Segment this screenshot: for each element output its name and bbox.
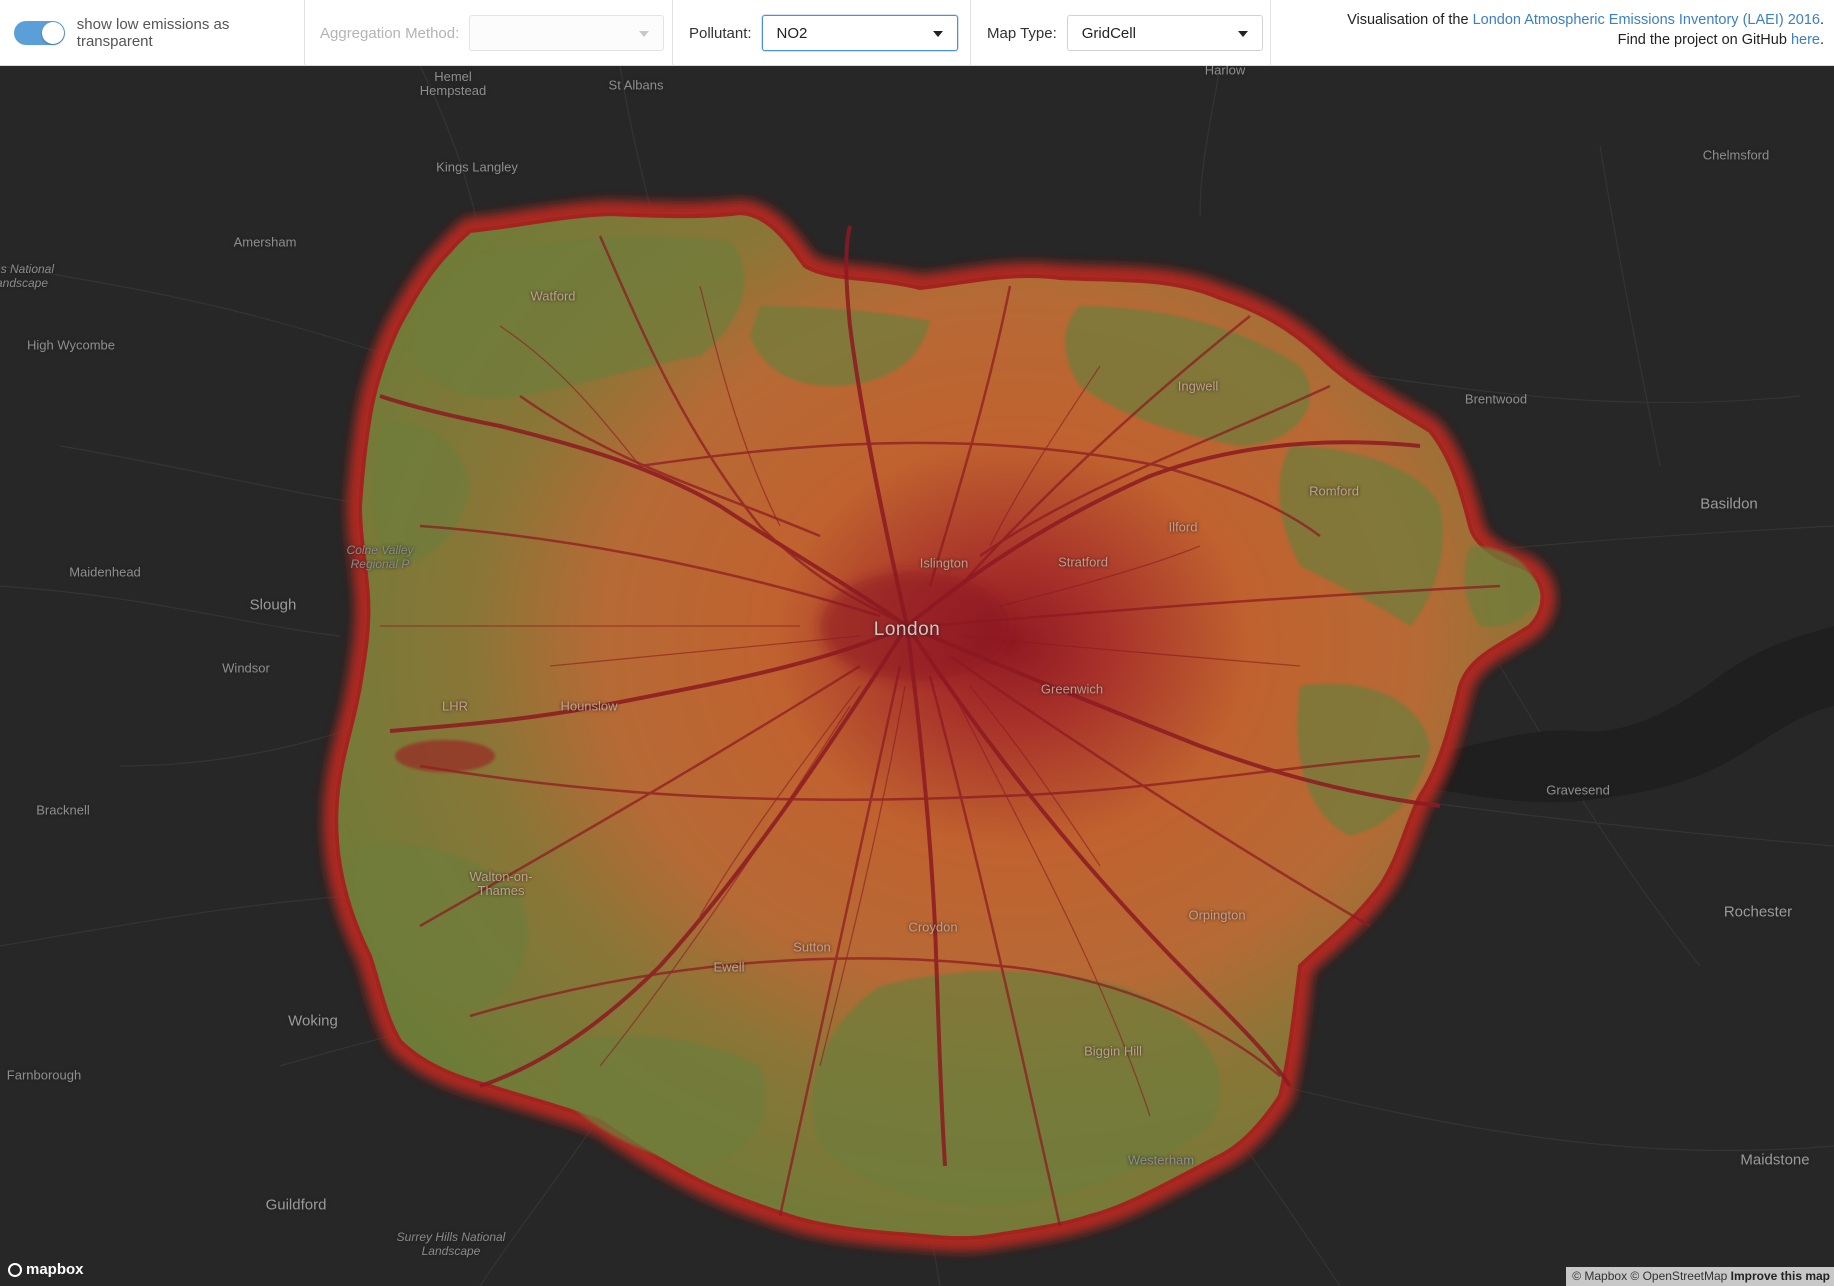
- place-label: Greenwich: [1040, 681, 1104, 697]
- info-text: Visualisation of the London Atmospheric …: [1347, 10, 1824, 50]
- chevron-down-icon: [1237, 31, 1248, 37]
- place-label: Windsor: [222, 660, 270, 676]
- toggle-label: show low emissions as transparent: [76, 16, 230, 50]
- place-label: Gravesend: [1546, 782, 1610, 798]
- place-label: Walton-on- Thames: [469, 869, 533, 898]
- place-label: Ewell: [713, 959, 745, 975]
- heathrow-hotspot: [395, 740, 495, 772]
- pollutant-label: Pollutant:: [689, 24, 752, 42]
- pollutant-select[interactable]: NO2: [761, 15, 958, 51]
- github-suffix: .: [1819, 32, 1824, 48]
- mapbox-logo[interactable]: mapbox: [8, 1261, 84, 1278]
- place-label: Ilford: [1168, 519, 1198, 535]
- place-label: Croydon: [908, 919, 958, 935]
- mapbox-icon: [8, 1262, 22, 1277]
- place-label: Surrey Hills National Landscape: [396, 1230, 506, 1258]
- place-label: Sutton: [793, 939, 831, 955]
- maptype-label: Map Type:: [987, 24, 1057, 42]
- place-label: High Wycombe: [26, 337, 116, 353]
- aggregation-group: Aggregation Method:: [305, 0, 673, 66]
- chevron-down-icon: [639, 31, 650, 37]
- maptype-value: GridCell: [1081, 24, 1136, 42]
- place-label: Bracknell: [36, 802, 90, 818]
- place-label: Guildford: [265, 1196, 327, 1214]
- place-label: Islington: [919, 555, 969, 571]
- github-link[interactable]: here: [1791, 32, 1820, 48]
- place-label: Brentwood: [1464, 391, 1528, 407]
- place-label: Orpington: [1188, 907, 1246, 923]
- place-label: Chelmsford: [1702, 147, 1770, 163]
- info-line-1: Visualisation of the London Atmospheric …: [1347, 10, 1824, 30]
- toggle-knob: [41, 22, 64, 44]
- place-label: Hounslow: [560, 698, 618, 714]
- transparency-toggle[interactable]: [14, 21, 65, 45]
- place-label: Romford: [1309, 483, 1359, 499]
- mapbox-logo-text: mapbox: [26, 1261, 84, 1278]
- place-label: Colne Valley Regional P: [346, 543, 414, 571]
- attribution-text[interactable]: © Mapbox © OpenStreetMap: [1572, 1269, 1727, 1283]
- map-attribution: © Mapbox © OpenStreetMap Improve this ma…: [1566, 1267, 1834, 1286]
- place-label: rns National andscape: [0, 262, 55, 290]
- place-label: Ingwell: [1177, 378, 1219, 394]
- place-label: St Albans: [608, 77, 664, 93]
- place-label: Kings Langley: [436, 159, 518, 175]
- info-line-2: Find the project on GitHub here.: [1347, 30, 1824, 50]
- place-label: Slough: [249, 596, 297, 614]
- place-label: Maidenhead: [69, 564, 141, 580]
- pollutant-value: NO2: [776, 24, 808, 42]
- place-label: Farnborough: [6, 1067, 82, 1083]
- info-suffix: .: [1819, 12, 1824, 28]
- place-label: Hemel Hempstead: [419, 69, 487, 98]
- aggregation-label: Aggregation Method:: [320, 24, 460, 42]
- place-label: Basildon: [1700, 495, 1758, 513]
- info-prefix: Visualisation of the: [1347, 12, 1473, 28]
- improve-map-link[interactable]: Improve this map: [1731, 1269, 1830, 1283]
- place-label: Rochester: [1723, 903, 1793, 921]
- place-label: Biggin Hill: [1084, 1043, 1142, 1059]
- pollutant-group: Pollutant: NO2: [673, 0, 971, 66]
- github-prefix: Find the project on GitHub: [1617, 32, 1791, 48]
- place-label-london: London: [873, 619, 941, 640]
- transparency-toggle-group: show low emissions as transparent: [0, 0, 305, 66]
- maptype-group: Map Type: GridCell: [971, 0, 1271, 66]
- place-label: Stratford: [1058, 554, 1108, 570]
- place-label: Harlow: [1204, 66, 1246, 78]
- place-label: Amersham: [233, 234, 297, 250]
- maptype-select[interactable]: GridCell: [1066, 15, 1263, 51]
- chevron-down-icon: [932, 31, 943, 37]
- laei-link[interactable]: London Atmospheric Emissions Inventory (…: [1473, 12, 1820, 28]
- place-label: Maidstone: [1740, 1151, 1810, 1169]
- control-bar: show low emissions as transparent Aggreg…: [0, 0, 1834, 66]
- place-label: Woking: [288, 1012, 338, 1030]
- aggregation-select[interactable]: [469, 15, 665, 51]
- place-label: LHR: [441, 698, 469, 714]
- place-label: Watford: [530, 288, 576, 304]
- map-canvas[interactable]: Hemel Hempstead St Albans Harlow Chelmsf…: [0, 66, 1834, 1286]
- place-label: Westerham: [1127, 1152, 1195, 1168]
